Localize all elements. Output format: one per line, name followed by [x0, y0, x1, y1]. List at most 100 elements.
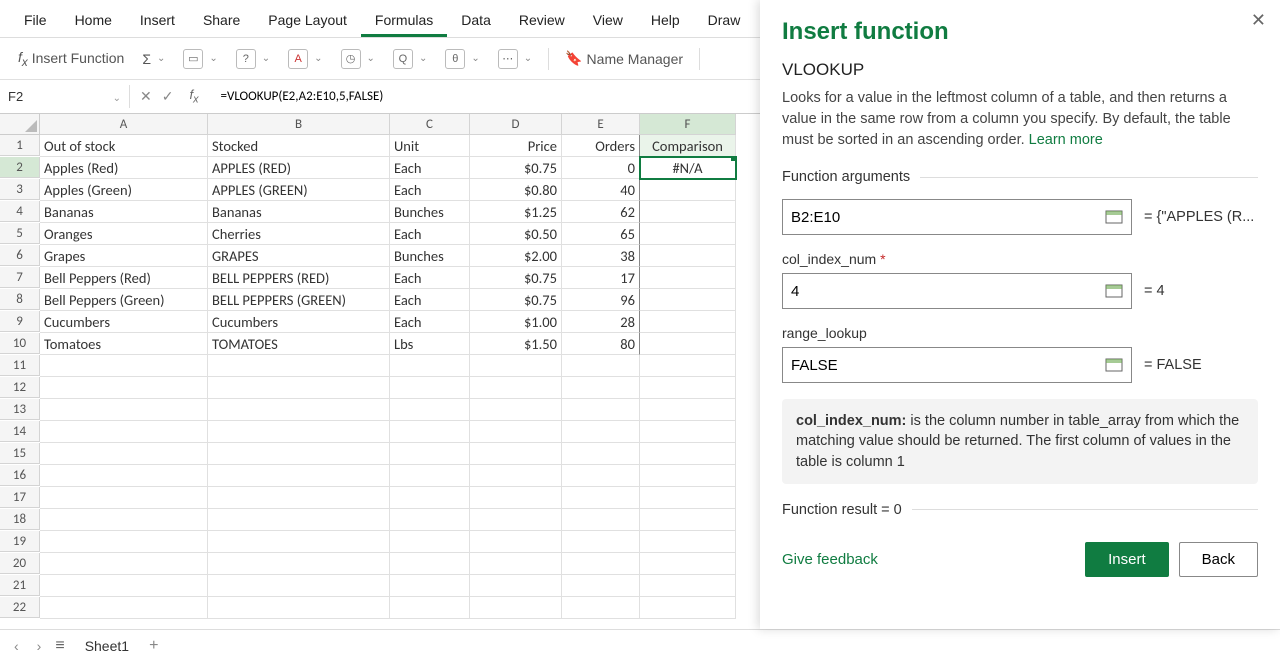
- cell[interactable]: [470, 575, 562, 597]
- give-feedback-link[interactable]: Give feedback: [782, 551, 878, 568]
- cell[interactable]: [640, 443, 736, 465]
- ribbon-tab-home[interactable]: Home: [61, 6, 126, 34]
- cell[interactable]: [470, 355, 562, 377]
- col-header-C[interactable]: C: [390, 114, 470, 135]
- cell[interactable]: [470, 597, 562, 619]
- col-header-B[interactable]: B: [208, 114, 390, 135]
- name-box[interactable]: F2: [0, 85, 130, 108]
- cell[interactable]: [562, 509, 640, 531]
- cell[interactable]: [208, 487, 390, 509]
- cell[interactable]: 28: [562, 311, 640, 333]
- autosum-button[interactable]: Σ: [136, 47, 171, 71]
- cell[interactable]: [40, 597, 208, 619]
- range-picker-icon[interactable]: [1105, 284, 1123, 298]
- ribbon-tab-share[interactable]: Share: [189, 6, 254, 34]
- cell[interactable]: [390, 399, 470, 421]
- cell[interactable]: Unit: [390, 135, 470, 157]
- cell[interactable]: [40, 377, 208, 399]
- ribbon-tab-file[interactable]: File: [10, 6, 61, 34]
- cell[interactable]: [562, 487, 640, 509]
- cell[interactable]: [640, 377, 736, 399]
- ribbon-tab-draw[interactable]: Draw: [694, 6, 755, 34]
- col-header-E[interactable]: E: [562, 114, 640, 135]
- cell[interactable]: Cucumbers: [208, 311, 390, 333]
- cell[interactable]: [562, 553, 640, 575]
- cell[interactable]: [390, 509, 470, 531]
- cell[interactable]: [40, 575, 208, 597]
- ribbon-tab-data[interactable]: Data: [447, 6, 505, 34]
- cell[interactable]: BELL PEPPERS (GREEN): [208, 289, 390, 311]
- cell[interactable]: [470, 465, 562, 487]
- cell[interactable]: Bunches: [390, 201, 470, 223]
- cell[interactable]: [208, 465, 390, 487]
- row-header-13[interactable]: 13: [0, 399, 40, 420]
- row-header-19[interactable]: 19: [0, 531, 40, 552]
- cell[interactable]: [640, 421, 736, 443]
- cell[interactable]: [40, 553, 208, 575]
- cell[interactable]: Orders: [562, 135, 640, 157]
- cell[interactable]: [640, 597, 736, 619]
- col-header-F[interactable]: F: [640, 114, 736, 135]
- logical-button[interactable]: ?: [230, 45, 276, 73]
- range-lookup-input[interactable]: [782, 347, 1132, 383]
- lookup-button[interactable]: Q: [387, 45, 433, 73]
- row-header-22[interactable]: 22: [0, 597, 40, 618]
- cell[interactable]: [390, 597, 470, 619]
- cell[interactable]: [390, 443, 470, 465]
- cell[interactable]: [562, 421, 640, 443]
- cell[interactable]: [470, 553, 562, 575]
- insert-function-button[interactable]: fx Insert Function: [12, 45, 130, 73]
- cell[interactable]: Each: [390, 311, 470, 333]
- col-header-D[interactable]: D: [470, 114, 562, 135]
- cell[interactable]: BELL PEPPERS (RED): [208, 267, 390, 289]
- cell[interactable]: [562, 465, 640, 487]
- cell[interactable]: [562, 531, 640, 553]
- cell[interactable]: Each: [390, 157, 470, 179]
- fx-icon[interactable]: fx: [183, 87, 204, 106]
- all-sheets-icon[interactable]: ≡: [55, 637, 64, 655]
- row-header-6[interactable]: 6: [0, 245, 40, 266]
- cell[interactable]: [40, 487, 208, 509]
- cell[interactable]: $1.25: [470, 201, 562, 223]
- scroll-right-icon[interactable]: ›: [33, 636, 46, 656]
- cell[interactable]: [562, 575, 640, 597]
- cell[interactable]: [208, 509, 390, 531]
- cell[interactable]: Apples (Red): [40, 157, 208, 179]
- row-header-17[interactable]: 17: [0, 487, 40, 508]
- cell[interactable]: [40, 509, 208, 531]
- row-header-10[interactable]: 10: [0, 333, 40, 354]
- ribbon-tab-insert[interactable]: Insert: [126, 6, 189, 34]
- cell[interactable]: [390, 553, 470, 575]
- name-manager-button[interactable]: 🔖 Name Manager: [559, 46, 689, 71]
- ribbon-tab-review[interactable]: Review: [505, 6, 579, 34]
- cell[interactable]: Price: [470, 135, 562, 157]
- range-picker-icon[interactable]: [1105, 210, 1123, 224]
- cell[interactable]: Each: [390, 267, 470, 289]
- cell[interactable]: $1.00: [470, 311, 562, 333]
- cell[interactable]: APPLES (RED): [208, 157, 390, 179]
- insert-button[interactable]: Insert: [1085, 542, 1169, 577]
- cell[interactable]: [470, 531, 562, 553]
- cell[interactable]: [208, 443, 390, 465]
- cell[interactable]: [40, 443, 208, 465]
- cell[interactable]: 62: [562, 201, 640, 223]
- cell[interactable]: [470, 399, 562, 421]
- cell[interactable]: [640, 333, 736, 355]
- row-header-14[interactable]: 14: [0, 421, 40, 442]
- cell[interactable]: [390, 487, 470, 509]
- cell[interactable]: [640, 399, 736, 421]
- cell[interactable]: 40: [562, 179, 640, 201]
- cell[interactable]: [562, 443, 640, 465]
- cell[interactable]: [640, 465, 736, 487]
- cell[interactable]: [640, 245, 736, 267]
- cell[interactable]: [390, 575, 470, 597]
- cell[interactable]: Bananas: [40, 201, 208, 223]
- sheet-tab[interactable]: Sheet1: [75, 634, 139, 658]
- datetime-button[interactable]: ◷: [335, 45, 381, 73]
- cell[interactable]: Out of stock: [40, 135, 208, 157]
- cancel-icon[interactable]: ✕: [140, 88, 152, 105]
- cell[interactable]: Each: [390, 179, 470, 201]
- row-header-1[interactable]: 1: [0, 135, 40, 156]
- cell[interactable]: 0: [562, 157, 640, 179]
- cell[interactable]: [640, 575, 736, 597]
